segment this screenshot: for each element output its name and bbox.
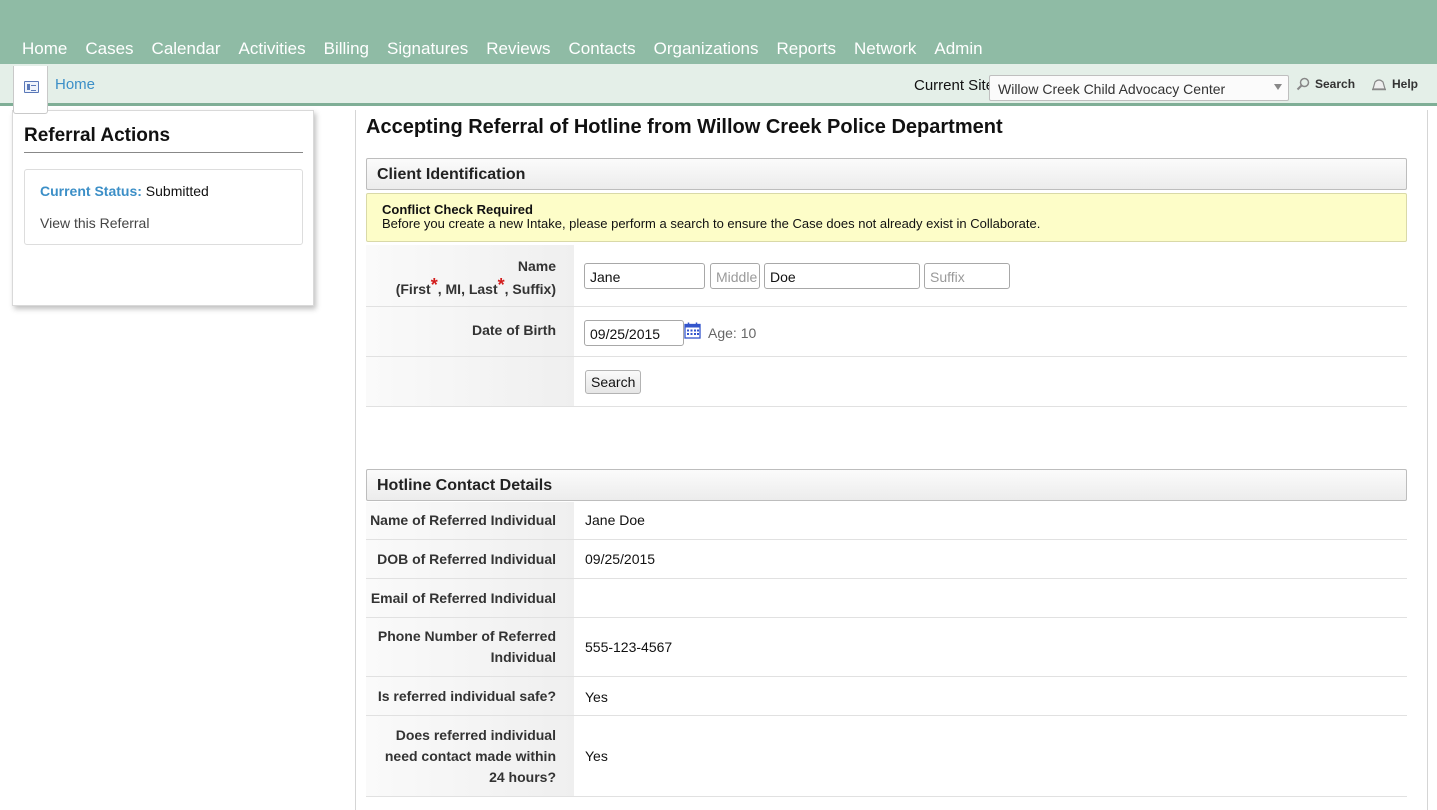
top-nav-bar: Home Cases Calendar Activities Billing S… (0, 0, 1437, 64)
status-box: Current Status: Submitted View this Refe… (24, 169, 303, 245)
current-site-select[interactable]: Willow Creek Child Advocacy Center (989, 75, 1289, 101)
panel-title: Referral Actions (24, 125, 171, 146)
middle-name-input[interactable]: Middle (710, 263, 760, 289)
view-referral-link[interactable]: View this Referral (40, 215, 149, 231)
nav-reviews[interactable]: Reviews (486, 38, 550, 60)
nav-contacts[interactable]: Contacts (569, 38, 636, 60)
detail-label: Is referred individual safe? (366, 677, 574, 715)
nav-activities[interactable]: Activities (239, 38, 306, 60)
page-title: Accepting Referral of Hotline from Willo… (366, 116, 1003, 138)
nav-billing[interactable]: Billing (324, 38, 369, 60)
name-label-main: Name (517, 258, 556, 274)
help-label: Help (1392, 77, 1419, 91)
detail-row: Phone Number of Referred Individual 555-… (366, 618, 1407, 677)
nav-network[interactable]: Network (854, 38, 916, 60)
sidebar-toggle-button[interactable] (13, 66, 48, 114)
main-menu: Home Cases Calendar Activities Billing S… (22, 38, 1001, 60)
detail-label: Name of Referred Individual (366, 502, 574, 539)
detail-label: DOB of Referred Individual (366, 540, 574, 578)
chevron-down-icon (1274, 84, 1282, 90)
nav-home[interactable]: Home (22, 38, 67, 60)
nav-cases[interactable]: Cases (85, 38, 133, 60)
name-label-sub: (First*, MI, Last*, Suffix) (395, 275, 556, 297)
search-button[interactable]: Search (1296, 77, 1355, 91)
nav-calendar[interactable]: Calendar (152, 38, 221, 60)
divider (24, 152, 303, 153)
conflict-check-warning: Conflict Check Required Before you creat… (366, 193, 1407, 242)
detail-label: Does referred individual need contact ma… (366, 716, 574, 796)
detail-label: Email of Referred Individual (366, 579, 574, 617)
dob-input[interactable]: 09/25/2015 (584, 320, 684, 346)
age-text: Age: 10 (708, 325, 757, 341)
search-row-label (366, 357, 574, 406)
help-bell-icon (1372, 78, 1386, 90)
detail-row: DOB of Referred Individual 09/25/2015 (366, 540, 1407, 579)
search-icon (1296, 77, 1310, 91)
search-label: Search (1315, 77, 1356, 91)
hotline-details-header: Hotline Contact Details (366, 469, 1407, 501)
dob-row: Date of Birth 09/25/2015 Age: 10 (366, 307, 1407, 357)
detail-value: 555-123-4567 (585, 639, 673, 655)
collapse-panel-icon (24, 81, 39, 93)
detail-value: Jane Doe (585, 512, 645, 528)
nav-reports[interactable]: Reports (777, 38, 837, 60)
name-sub-first: (First (395, 281, 431, 297)
name-sub-mid: , MI, Last (437, 281, 498, 297)
detail-row: Does referred individual need contact ma… (366, 716, 1407, 797)
status-value: Submitted (145, 183, 209, 199)
suffix-input[interactable]: Suffix (924, 263, 1010, 289)
detail-value: Yes (585, 689, 608, 705)
detail-value: Yes (585, 748, 608, 764)
search-row: Search (366, 357, 1407, 407)
warning-title: Conflict Check Required (382, 202, 533, 217)
warning-text: Before you create a new Intake, please p… (382, 216, 1041, 231)
current-status: Current Status: Submitted (40, 183, 209, 199)
referral-actions-panel: Referral Actions Current Status: Submitt… (12, 110, 314, 306)
last-name-input[interactable]: Doe (764, 263, 920, 289)
current-site-value: Willow Creek Child Advocacy Center (998, 81, 1226, 97)
detail-value: 09/25/2015 (585, 551, 656, 567)
current-site-label: Current Site (914, 77, 995, 94)
conflict-search-button[interactable]: Search (585, 370, 642, 394)
help-button[interactable]: Help (1371, 77, 1418, 91)
nav-admin[interactable]: Admin (934, 38, 982, 60)
calendar-icon[interactable] (684, 322, 701, 339)
first-name-input[interactable]: Jane (584, 263, 705, 289)
name-label: Name (First*, MI, Last*, Suffix) (366, 245, 574, 306)
detail-row: Name of Referred Individual Jane Doe (366, 502, 1407, 540)
detail-row: Email of Referred Individual (366, 579, 1407, 618)
detail-row: Is referred individual safe? Yes (366, 677, 1407, 716)
name-row: Name (First*, MI, Last*, Suffix) Jane Mi… (366, 245, 1407, 307)
detail-label: Phone Number of Referred Individual (366, 618, 574, 676)
nav-organizations[interactable]: Organizations (654, 38, 759, 60)
nav-signatures[interactable]: Signatures (387, 38, 468, 60)
name-sub-end: , Suffix) (504, 281, 556, 297)
breadcrumb-home[interactable]: Home (55, 76, 95, 93)
dob-label: Date of Birth (366, 307, 574, 356)
status-key: Current Status: (40, 183, 142, 199)
client-identification-header: Client Identification (366, 158, 1407, 190)
